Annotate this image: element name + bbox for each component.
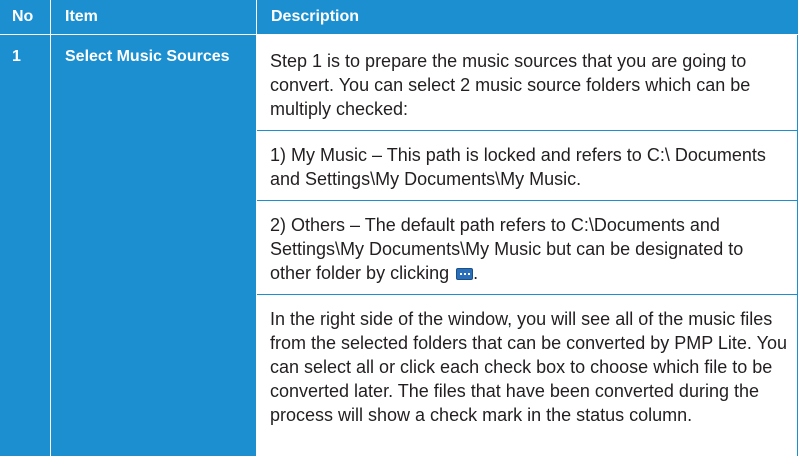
header-no: No: [0, 0, 50, 34]
paragraph-end-period: .: [473, 263, 479, 283]
description-paragraph-with-icon: 2) Others – The default path refers to C…: [257, 213, 797, 285]
description-paragraph: 1) My Music – This path is locked and re…: [270, 145, 766, 189]
description-paragraph-text: 2) Others – The default path refers to C…: [270, 215, 744, 283]
paragraph-divider: [257, 130, 797, 131]
paragraph-divider: [257, 294, 797, 295]
row-number: 1: [0, 35, 50, 456]
row-item-name: Select Music Sources: [51, 35, 256, 456]
description-cell: Step 1 is to prepare the music sources t…: [257, 35, 798, 456]
header-item: Item: [51, 0, 256, 34]
paragraph-divider: [257, 200, 797, 201]
description-paragraph: Step 1 is to prepare the music sources t…: [270, 51, 751, 119]
description-paragraph: In the right side of the window, you wil…: [270, 309, 787, 425]
header-description: Description: [257, 0, 798, 34]
browse-ellipsis-icon: [456, 268, 474, 280]
feature-table: No Item Description 1 Select Music Sourc…: [0, 0, 798, 456]
